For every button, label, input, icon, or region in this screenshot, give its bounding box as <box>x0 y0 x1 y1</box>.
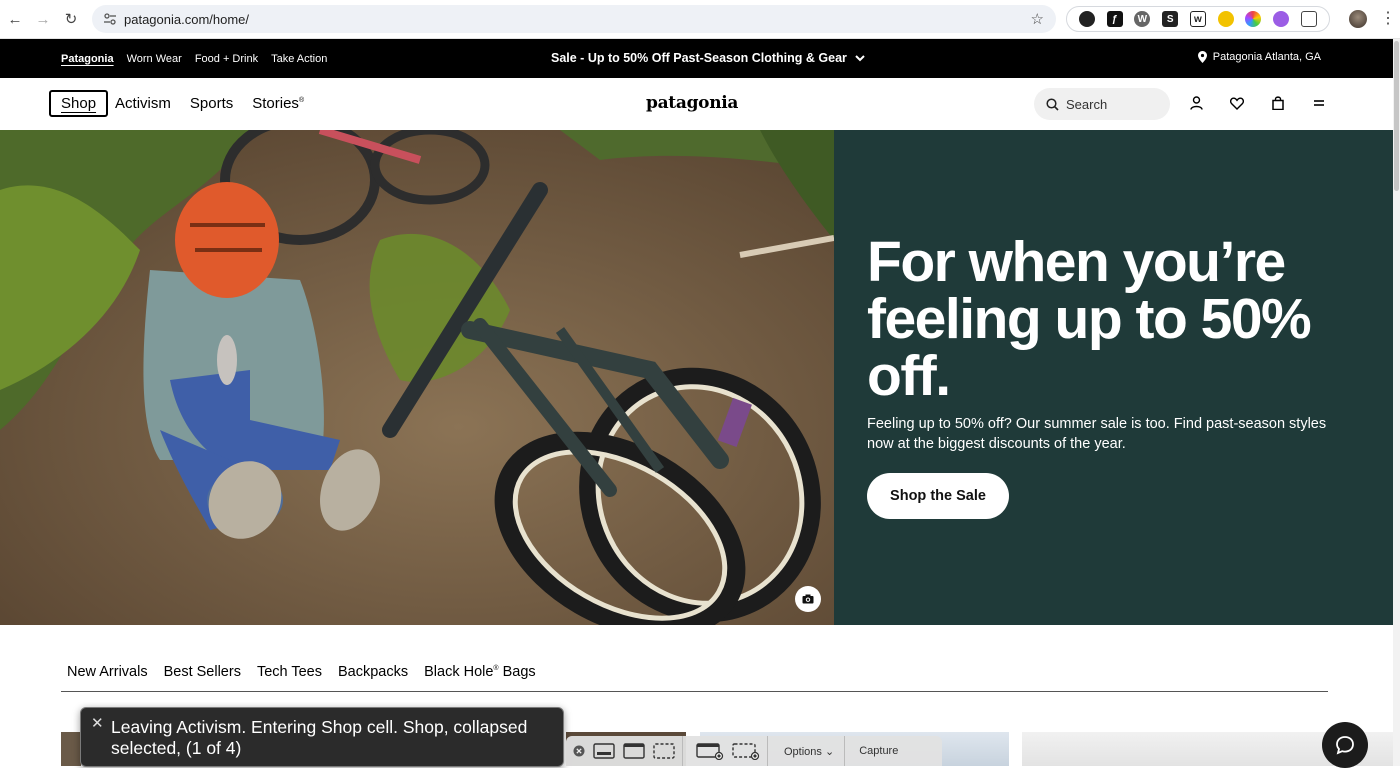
extension-icon[interactable]: W <box>1134 11 1151 27</box>
back-icon[interactable]: ← <box>1 5 29 33</box>
chevron-down-icon: ⌄ <box>824 745 835 758</box>
toolbar-divider <box>682 736 683 766</box>
extensions-bar: ƒ W S w <box>1066 6 1330 32</box>
page-scrollbar[interactable] <box>1393 39 1400 766</box>
toolbar-divider <box>767 736 768 766</box>
tab-best-sellers[interactable]: Best Sellers <box>164 664 241 680</box>
extension-icon[interactable]: S <box>1162 11 1179 27</box>
nav-stories-label: Stories <box>252 95 299 112</box>
nav-shop[interactable]: Shop <box>49 90 109 117</box>
category-tabs: New Arrivals Best Sellers Tech Tees Back… <box>67 664 536 680</box>
tab-black-hole-suffix: Bags <box>498 664 536 680</box>
screenshot-toolbar: Options ⌄ Capture <box>566 736 942 766</box>
extension-icon[interactable] <box>1217 11 1234 27</box>
site-settings-icon[interactable] <box>102 11 118 27</box>
hero-panel: For when you’re feeling up to 50% off. F… <box>834 130 1393 625</box>
hero-title: For when you’re feeling up to 50% off. <box>867 230 1312 408</box>
close-icon[interactable] <box>572 742 586 760</box>
puzzle-icon[interactable] <box>1301 11 1317 27</box>
nav-stories[interactable]: Stories® <box>252 95 304 112</box>
search-icon <box>1046 97 1059 111</box>
patagonia-logo[interactable]: patagonia <box>646 93 738 113</box>
capture-button[interactable]: Capture <box>845 745 912 757</box>
tab-new-arrivals[interactable]: New Arrivals <box>67 664 148 680</box>
nav-activism[interactable]: Activism <box>115 95 171 112</box>
search-placeholder: Search <box>1066 96 1108 112</box>
account-icon[interactable] <box>1188 94 1204 112</box>
forward-icon[interactable]: → <box>29 5 57 33</box>
site-header: Shop Activism Sports Stories® patagonia … <box>0 78 1393 130</box>
main-nav: Shop Activism Sports Stories® <box>49 90 323 117</box>
options-label: Options <box>784 745 822 758</box>
tab-backpacks[interactable]: Backpacks <box>338 664 408 680</box>
reload-icon[interactable]: ↻ <box>57 5 85 33</box>
record-screen-icon[interactable] <box>695 742 725 760</box>
brand-link-patagonia[interactable]: Patagonia <box>61 53 114 65</box>
chat-button[interactable] <box>1322 722 1368 768</box>
product-card[interactable] <box>61 732 81 766</box>
tab-black-hole-bags[interactable]: Black Hole® Bags <box>424 664 536 680</box>
voiceover-caption-text: Leaving Activism. Entering Shop cell. Sh… <box>111 717 528 758</box>
capture-screen-icon[interactable] <box>622 742 646 760</box>
search-input[interactable]: Search <box>1034 88 1170 120</box>
url-text[interactable]: patagonia.com/home/ <box>124 12 249 27</box>
record-selection-icon[interactable] <box>731 742 761 760</box>
brand-link-food-drink[interactable]: Food + Drink <box>195 53 258 65</box>
camera-icon[interactable] <box>795 586 821 612</box>
extension-icon[interactable]: w <box>1189 11 1206 27</box>
hero-banner: For when you’re feeling up to 50% off. F… <box>0 130 1393 625</box>
extension-icon[interactable] <box>1273 11 1290 27</box>
tabs-divider <box>61 691 1328 692</box>
hero-subtitle: Feeling up to 50% off? Our summer sale i… <box>867 416 1327 452</box>
capture-window-icon[interactable] <box>592 742 616 760</box>
nav-sports[interactable]: Sports <box>190 95 233 112</box>
brand-link-worn-wear[interactable]: Worn Wear <box>127 53 182 65</box>
chevron-down-icon <box>855 54 865 61</box>
brand-link-take-action[interactable]: Take Action <box>271 53 327 65</box>
location-pin-icon <box>1197 51 1207 63</box>
capture-selection-icon[interactable] <box>652 742 676 760</box>
store-location-text: Patagonia Atlanta, GA <box>1212 51 1321 63</box>
sale-announcement-text: Sale - Up to 50% Off Past-Season Clothin… <box>551 51 847 65</box>
chat-bubble-icon <box>1336 736 1354 755</box>
address-bar[interactable]: patagonia.com/home/ ☆ <box>92 5 1056 33</box>
voiceover-caption-panel: ✕ Leaving Activism. Entering Shop cell. … <box>80 707 564 767</box>
menu-hamburger-icon[interactable] <box>1311 94 1327 112</box>
header-actions <box>1188 94 1327 112</box>
hero-illustration <box>0 130 834 625</box>
promo-bar: Patagonia Worn Wear Food + Drink Take Ac… <box>0 39 1393 78</box>
wishlist-heart-icon[interactable] <box>1229 94 1245 112</box>
close-icon[interactable]: ✕ <box>91 714 104 732</box>
extension-icon[interactable] <box>1078 11 1095 27</box>
bookmark-star-icon[interactable]: ☆ <box>1031 10 1044 28</box>
cart-bag-icon[interactable] <box>1270 94 1286 112</box>
options-menu[interactable]: Options ⌄ <box>774 745 844 758</box>
shop-the-sale-button[interactable]: Shop the Sale <box>867 473 1009 519</box>
hero-photo[interactable] <box>0 130 834 625</box>
store-location[interactable]: Patagonia Atlanta, GA <box>1197 51 1321 63</box>
tab-black-hole-name: Black Hole <box>424 664 494 680</box>
brand-links: Patagonia Worn Wear Food + Drink Take Ac… <box>61 39 327 78</box>
extension-icon[interactable]: ƒ <box>1106 11 1123 27</box>
sale-announcement[interactable]: Sale - Up to 50% Off Past-Season Clothin… <box>551 51 865 65</box>
kebab-menu-icon[interactable]: ⋮ <box>1380 9 1396 29</box>
scrollbar-thumb[interactable] <box>1394 41 1399 191</box>
registered-mark: ® <box>298 97 305 104</box>
profile-avatar[interactable] <box>1349 10 1367 28</box>
browser-toolbar: ← → ↻ patagonia.com/home/ ☆ ƒ W S w ⋮ <box>0 0 1400 39</box>
tab-tech-tees[interactable]: Tech Tees <box>257 664 322 680</box>
extension-icon[interactable] <box>1245 11 1262 27</box>
